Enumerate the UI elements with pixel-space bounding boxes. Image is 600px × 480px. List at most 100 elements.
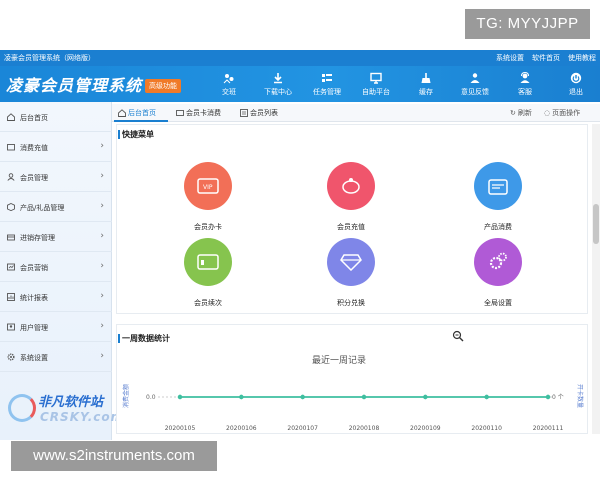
watermark-url: www.s2instruments.com <box>11 441 217 471</box>
quick-open-card-label: 会员办卡 <box>194 223 222 231</box>
data-point <box>545 394 551 400</box>
chevron-right-icon: › <box>100 261 104 271</box>
system-settings-link[interactable]: 系统设置 <box>496 53 524 63</box>
page-operations-button[interactable]: ◌ 页面操作 <box>544 108 580 118</box>
title-links: 系统设置 软件首页 使用教程 <box>496 53 596 63</box>
self-service-button[interactable]: 自助平台 <box>354 72 398 100</box>
exit-label: 退出 <box>569 88 583 96</box>
svg-text:VIP: VIP <box>203 184 213 191</box>
marketing-icon <box>7 263 15 271</box>
quick-global-settings-label: 全局设置 <box>484 299 512 307</box>
data-point <box>484 394 489 400</box>
inventory-icon <box>7 234 15 241</box>
cache-label: 缓存 <box>419 88 433 96</box>
card-icon <box>176 110 184 116</box>
tasks-icon <box>322 74 332 82</box>
quick-recharge-label: 会员充值 <box>337 223 365 231</box>
feedback-button[interactable]: 意见反馈 <box>453 72 497 100</box>
x-tick-label: 20200109 <box>410 425 441 432</box>
sidebar-item-marketing[interactable]: 会员营销 › <box>0 252 112 282</box>
tutorial-link[interactable]: 使用教程 <box>568 53 596 63</box>
broom-icon <box>421 73 431 83</box>
tab-label: 会员列表 <box>250 109 278 117</box>
sidebar-item-inventory[interactable]: 进销存管理 › <box>0 222 112 252</box>
data-point <box>177 394 183 400</box>
page-ops-icon: ◌ <box>544 109 551 117</box>
support-label: 客服 <box>518 88 532 96</box>
power-icon <box>570 72 582 84</box>
scrollbar-thumb[interactable] <box>593 204 599 244</box>
sidebar-item-reports[interactable]: 统计报表 › <box>0 282 112 312</box>
window-title: 凌豪会员管理系统（网络版） <box>4 54 95 62</box>
quick-renew-label: 会员续次 <box>194 299 222 307</box>
tab-member-list[interactable]: 会员列表 <box>240 108 278 118</box>
feedback-icon <box>470 73 480 83</box>
feedback-label: 意见反馈 <box>461 88 489 96</box>
sidebar-item-members[interactable]: 会员管理 › <box>0 162 112 192</box>
zoom-icon[interactable] <box>452 330 464 342</box>
advanced-features-button[interactable]: 高级功能 <box>145 79 181 93</box>
page-ops-label: 页面操作 <box>552 109 581 117</box>
chevron-right-icon: › <box>100 141 104 151</box>
sidebar-item-label: 后台首页 <box>20 114 48 122</box>
monitor-icon <box>370 72 382 84</box>
handover-button[interactable]: 交班 <box>207 72 251 100</box>
quick-menu-title: 快捷菜单 <box>118 130 154 139</box>
chevron-right-icon: › <box>100 351 104 361</box>
sidebar-item-label: 会员营销 <box>20 264 48 272</box>
x-tick-label: 20200107 <box>287 425 318 432</box>
sidebar-item-consume-recharge[interactable]: 消费充值 › <box>0 132 112 162</box>
data-point <box>239 394 244 400</box>
tab-label: 会员卡消费 <box>186 109 221 117</box>
quick-recharge[interactable]: 会员充值 <box>321 162 381 242</box>
support-icon <box>520 72 530 83</box>
watermark-tag: TG: MYYJJPP <box>465 9 590 39</box>
sidebar-item-label: 进销存管理 <box>20 234 55 242</box>
refresh-button[interactable]: ↻ 刷新 <box>510 108 532 118</box>
active-tab-indicator <box>114 120 168 122</box>
left-tick-label: 0.0 <box>146 394 156 401</box>
sidebar-item-label: 系统设置 <box>20 354 48 362</box>
task-management-label: 任务管理 <box>313 88 341 96</box>
quick-points-exchange-label: 积分兑换 <box>337 299 365 307</box>
list-icon <box>240 109 248 117</box>
sidebar-item-label: 会员管理 <box>20 174 48 182</box>
right-tick-label: 0 个 <box>552 394 564 401</box>
x-tick-label: 20200108 <box>349 425 380 432</box>
exit-button[interactable]: 退出 <box>554 72 598 100</box>
download-center-button[interactable]: 下载中心 <box>256 72 300 100</box>
quick-points-exchange[interactable]: 积分兑换 <box>321 238 381 318</box>
data-point <box>423 394 428 400</box>
home-icon <box>118 109 126 117</box>
cache-button[interactable]: 缓存 <box>404 72 448 100</box>
cash-register-icon <box>474 162 522 210</box>
renew-card-icon <box>184 238 232 286</box>
self-service-label: 自助平台 <box>362 88 390 96</box>
right-axis-label: 开卡数量 <box>576 384 584 408</box>
task-management-button[interactable]: 任务管理 <box>305 72 349 100</box>
sidebar-item-label: 用户管理 <box>20 324 48 332</box>
quick-product-consume[interactable]: 产品消费 <box>468 162 528 242</box>
support-button[interactable]: 客服 <box>503 72 547 100</box>
vertical-scrollbar[interactable] <box>592 124 600 434</box>
sidebar-item-settings[interactable]: 系统设置 › <box>0 342 112 372</box>
sidebar-item-products[interactable]: 产品/礼品管理 › <box>0 192 112 222</box>
quick-renew[interactable]: 会员续次 <box>178 238 238 318</box>
sidebar-item-users[interactable]: 用户管理 › <box>0 312 112 342</box>
software-home-link[interactable]: 软件首页 <box>532 53 560 63</box>
left-axis-label: 消费金额 <box>122 384 130 408</box>
sidebar-item-label: 统计报表 <box>20 294 48 302</box>
tab-card-consume[interactable]: 会员卡消费 <box>176 108 221 118</box>
report-icon <box>7 293 15 301</box>
diamond-icon <box>327 238 375 286</box>
site-watermark-line2: CRSKY.com <box>40 410 125 424</box>
handover-icon <box>223 74 234 84</box>
download-center-label: 下载中心 <box>264 88 292 96</box>
x-tick-label: 20200111 <box>533 425 564 432</box>
users-icon <box>7 323 15 331</box>
quick-global-settings[interactable]: 全局设置 <box>468 238 528 318</box>
tab-home[interactable]: 后台首页 <box>118 108 156 118</box>
weekly-line-chart: 消费金额 开卡数量 0.0 0 个 20200105 20200106 20200107 20… <box>122 384 584 432</box>
sidebar-item-home[interactable]: 后台首页 <box>0 102 112 132</box>
quick-open-card[interactable]: VIP 会员办卡 <box>178 162 238 242</box>
